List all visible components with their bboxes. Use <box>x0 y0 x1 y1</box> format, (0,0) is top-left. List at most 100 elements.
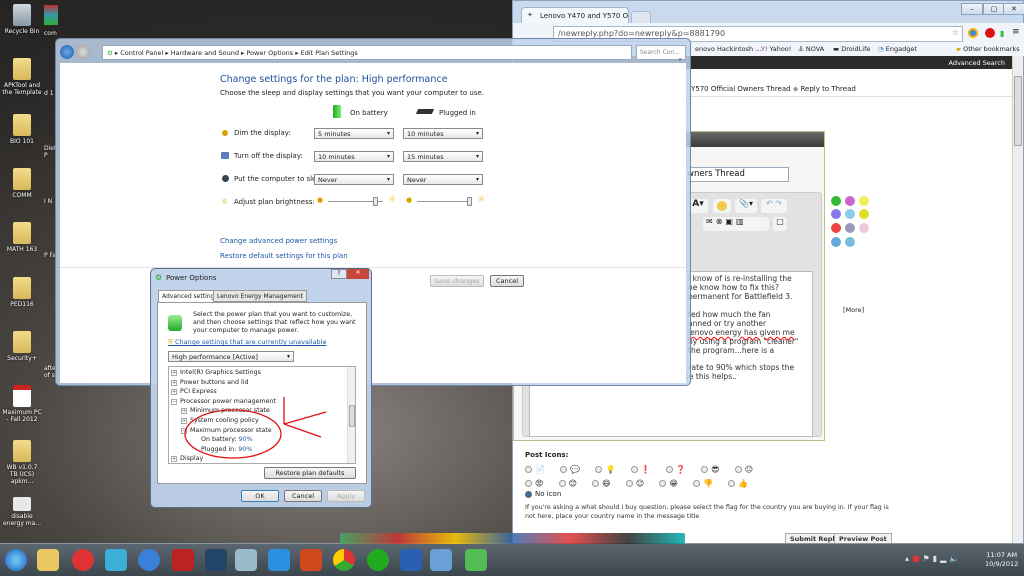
chrome-taskbar-icon[interactable] <box>333 549 355 571</box>
forward-button[interactable] <box>76 45 90 59</box>
smiley-icon[interactable] <box>859 196 869 206</box>
desktop-icon-folder[interactable]: Security+ <box>2 331 42 362</box>
itunes-taskbar-icon[interactable] <box>138 549 160 571</box>
more-smilies-link[interactable]: [More] <box>843 306 864 314</box>
turn-off-display-battery-select[interactable]: 10 minutes <box>314 151 394 162</box>
bookmark-yahoo[interactable]: Y! Yahoo! <box>761 45 791 53</box>
insert-buttons[interactable]: ✉⊗▣▥ <box>703 217 769 231</box>
bookmark-droidlife[interactable]: ▬ DroidLife <box>833 45 870 53</box>
word-taskbar-icon[interactable] <box>400 549 422 571</box>
address-bar[interactable]: ⚙ ▸ Control Panel ▸ Hardware and Sound ▸… <box>102 45 632 60</box>
slider-thumb[interactable] <box>373 197 378 206</box>
advanced-power-settings-link[interactable]: Change advanced power settings <box>220 237 337 245</box>
slider-thumb[interactable] <box>467 197 472 206</box>
maximize-button[interactable]: ▢ <box>983 3 1005 15</box>
minimize-button[interactable]: – <box>961 3 983 15</box>
smiley-icon[interactable] <box>831 196 841 206</box>
post-icon-options[interactable]: 📄 💬 💡 ❗ ❓ 😎 😐 😡 😊 😄 😉 😁 👎 👍 <box>525 463 785 491</box>
smiley-icon[interactable] <box>831 209 841 219</box>
sleep-icon <box>222 175 229 182</box>
font-color-button[interactable]: A▾ <box>688 199 708 213</box>
browser-tab[interactable]: ✦Lenovo Y470 and Y570 Offi× <box>521 7 629 24</box>
bookmark-engadget[interactable]: ◔ Engadget <box>878 45 917 53</box>
smilies-button[interactable] <box>713 199 731 213</box>
system-tray-icons[interactable]: ▴■⚑▮▂🔈 <box>905 554 962 563</box>
smiley-icon[interactable] <box>845 237 855 247</box>
breadcrumb-item[interactable]: Power Options <box>246 49 293 57</box>
docked-toolbar-icons[interactable] <box>340 533 685 544</box>
page-scrollbar[interactable] <box>1012 56 1023 543</box>
sleep-battery-select[interactable]: Never <box>314 174 394 185</box>
cancel-button[interactable]: Cancel <box>490 275 524 287</box>
desktop-icon-folder[interactable]: BIO 101 <box>2 114 42 145</box>
bookmark-nova[interactable]: ⚓ NOVA <box>798 45 824 53</box>
notes-taskbar-icon[interactable] <box>235 549 257 571</box>
brightness-plugged-slider[interactable] <box>417 197 472 206</box>
menu-icon[interactable]: ≡ <box>1012 27 1020 37</box>
opera-extension-icon[interactable] <box>985 28 995 38</box>
breadcrumb-item[interactable]: Control Panel <box>120 49 163 57</box>
smiley-icon[interactable] <box>831 223 841 233</box>
desktop-icon-folder[interactable]: MATH 163 <box>2 222 42 253</box>
mcafee-taskbar-icon[interactable] <box>172 549 194 571</box>
save-changes-button[interactable]: Save changes <box>430 275 484 287</box>
title-input[interactable]: wners Thread <box>684 167 789 182</box>
explorer-taskbar-icon[interactable] <box>37 549 59 571</box>
star-icon[interactable]: ☆ <box>952 28 959 37</box>
smiley-icon[interactable] <box>831 237 841 247</box>
smiley-icon[interactable] <box>845 196 855 206</box>
ccleaner-taskbar-icon[interactable] <box>72 549 94 571</box>
powerpoint-taskbar-icon[interactable] <box>300 549 322 571</box>
desktop-icon-shortcut[interactable]: disable energy ma... <box>2 497 42 527</box>
start-button[interactable] <box>5 549 27 571</box>
clock[interactable]: 11:07 AM 10/9/2012 <box>985 551 1018 569</box>
dropbox-taskbar-icon[interactable] <box>268 549 290 571</box>
brightness-label: Adjust plan brightness: <box>234 198 315 206</box>
dim-icon <box>222 130 228 136</box>
breadcrumb-thread[interactable]: Y570 Official Owners Thread <box>691 85 791 93</box>
remote-taskbar-icon[interactable] <box>205 549 227 571</box>
no-icon-option[interactable]: No icon <box>525 490 561 498</box>
advanced-search-link[interactable]: Advanced Search <box>948 59 1005 67</box>
smiley-icon[interactable] <box>859 223 869 233</box>
sleep-plugged-select[interactable]: Never <box>403 174 483 185</box>
breadcrumb-item[interactable]: Edit Plan Settings <box>301 49 358 57</box>
smiley-icon[interactable] <box>845 223 855 233</box>
restore-defaults-link[interactable]: Restore default settings for this plan <box>220 252 348 260</box>
turn-off-display-plugged-select[interactable]: 15 minutes <box>403 151 483 162</box>
brightness-battery-slider[interactable] <box>328 197 383 206</box>
scrollbar-thumb[interactable] <box>1014 76 1022 146</box>
extension-icon[interactable] <box>968 28 978 38</box>
plugged-in-header: Plugged in <box>439 109 476 117</box>
desktop-icon-folder[interactable]: PED116 <box>2 277 42 308</box>
desktop-icon-folder[interactable]: WB v1.0.7 TB (ICS) apkm... <box>2 440 42 485</box>
undo-redo-buttons[interactable]: ↶ ↷ <box>761 199 787 213</box>
close-button[interactable]: ✕ <box>1003 3 1024 15</box>
recycle-bin-icon <box>13 4 31 26</box>
virtualbox-taskbar-icon[interactable] <box>105 549 127 571</box>
folder-icon: ▰ <box>956 45 961 53</box>
smiley-icon[interactable] <box>859 209 869 219</box>
bookmark-other[interactable]: ▰ Other bookmarks <box>956 45 1020 53</box>
quote-button[interactable]: ▢ <box>773 217 787 231</box>
bookmark[interactable]: enovo Hackintosh ... <box>695 45 761 53</box>
back-button[interactable] <box>60 45 74 59</box>
desktop-icon-recycle-bin[interactable]: Recycle Bin <box>2 4 42 35</box>
control-panel-taskbar-icon[interactable] <box>430 549 452 571</box>
breadcrumb-item[interactable]: Hardware and Sound <box>171 49 239 57</box>
attach-button[interactable]: 📎▾ <box>735 199 757 213</box>
dim-display-battery-select[interactable]: 5 minutes <box>314 128 394 139</box>
radio-selected[interactable] <box>525 490 532 498</box>
folder-icon <box>13 331 31 353</box>
signal-icon[interactable]: ▮ <box>1000 29 1004 38</box>
dim-display-label: Dim the display: <box>234 129 291 137</box>
dim-display-plugged-select[interactable]: 10 minutes <box>403 128 483 139</box>
desktop-icon-folder[interactable]: COMM <box>2 168 42 199</box>
desktop-icon-pdf[interactable]: Maximum PC - Fall 2012 <box>2 385 42 423</box>
power-options-taskbar-icon[interactable] <box>465 549 487 571</box>
utorrent-taskbar-icon[interactable] <box>367 549 389 571</box>
desktop-icon-folder[interactable]: APKTool and the Template <box>2 58 42 96</box>
page-title: Change settings for the plan: High perfo… <box>220 74 448 85</box>
search-input[interactable]: Search Con... ⌕ <box>636 45 686 63</box>
smiley-icon[interactable] <box>845 209 855 219</box>
